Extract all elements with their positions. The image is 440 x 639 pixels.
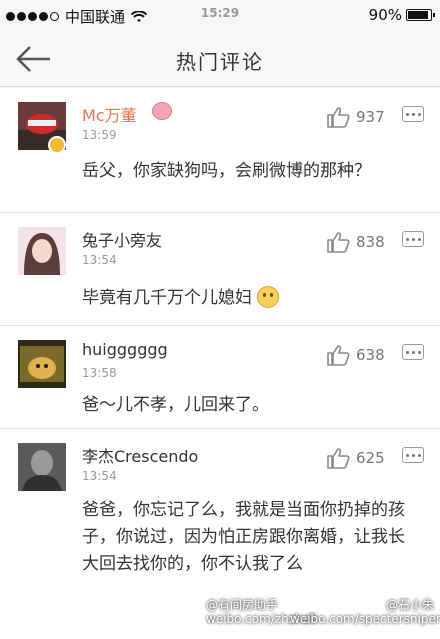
thumbs-up-icon — [327, 345, 350, 366]
watermark-text: @有间房助手 — [206, 598, 279, 612]
watermark-text: @石小朱 — [386, 598, 435, 612]
like-count: 625 — [356, 449, 385, 467]
comment-username[interactable]: Mc万董 — [82, 102, 137, 126]
comment-time: 13:59 — [82, 128, 117, 142]
comment-username[interactable]: 兔子小旁友 — [82, 227, 162, 251]
comment-time: 13:58 — [82, 366, 117, 380]
comment-text: 爸～儿不孝，儿回来了。 — [82, 395, 269, 415]
comment-text-content: 毕竟有几千万个儿媳妇 — [82, 288, 252, 308]
like-button[interactable]: 937 — [326, 106, 385, 128]
like-count: 638 — [356, 346, 385, 364]
member-crown-icon — [152, 102, 172, 120]
status-right: 90% — [368, 6, 435, 24]
status-bar: 中国联通 15:29 90% — [0, 0, 440, 32]
thumbs-up-icon — [327, 448, 350, 469]
watermark-url: weibo.com/spectersniper — [290, 612, 440, 626]
avatar[interactable] — [18, 340, 66, 388]
comment-time: 13:54 — [82, 253, 117, 267]
comment-item: Mc万董 13:59 937 岳父，你家缺狗吗，会刷微博的那种？ — [0, 88, 440, 213]
vip-badge-icon — [48, 136, 66, 154]
thumbs-up-icon — [327, 107, 350, 128]
more-options-button[interactable] — [402, 447, 424, 463]
avatar[interactable] — [18, 443, 66, 491]
like-button[interactable]: 638 — [326, 344, 385, 366]
comment-text: 岳父，你家缺狗吗，会刷微博的那种？ — [82, 161, 371, 181]
like-button[interactable]: 838 — [326, 231, 385, 253]
comment-text: 毕竟有几千万个儿媳妇 — [82, 285, 412, 312]
comment-username[interactable]: 李杰Crescendo — [82, 443, 198, 467]
shy-emoji-icon — [257, 286, 280, 308]
comment-item: 兔子小旁友 13:54 838 毕竟有几千万个儿媳妇 — [0, 213, 440, 326]
more-options-button[interactable] — [402, 231, 424, 247]
battery-icon — [406, 9, 435, 21]
nav-bar: 热门评论 — [0, 32, 440, 87]
comment-item: huigggggg 13:58 638 爸～儿不孝，儿回来了。 — [0, 326, 440, 429]
thumbs-up-icon — [327, 232, 350, 253]
comment-username[interactable]: huigggggg — [82, 340, 168, 359]
comment-text: 爸爸，你忘记了么，我就是当面你扔掉的孩子，你说过，因为怕正房跟你离婚，让我长大回… — [82, 500, 405, 574]
comment-list: Mc万董 13:59 937 岳父，你家缺狗吗，会刷微博的那种？ 兔子小旁友 1… — [0, 88, 440, 639]
more-options-button[interactable] — [402, 344, 424, 360]
like-button[interactable]: 625 — [326, 447, 385, 469]
like-count: 937 — [356, 108, 385, 126]
battery-percent: 90% — [368, 6, 402, 24]
page-title: 热门评论 — [176, 50, 264, 74]
comment-time: 13:54 — [82, 469, 117, 483]
avatar[interactable] — [18, 227, 66, 275]
more-options-button[interactable] — [402, 106, 424, 122]
like-count: 838 — [356, 233, 385, 251]
